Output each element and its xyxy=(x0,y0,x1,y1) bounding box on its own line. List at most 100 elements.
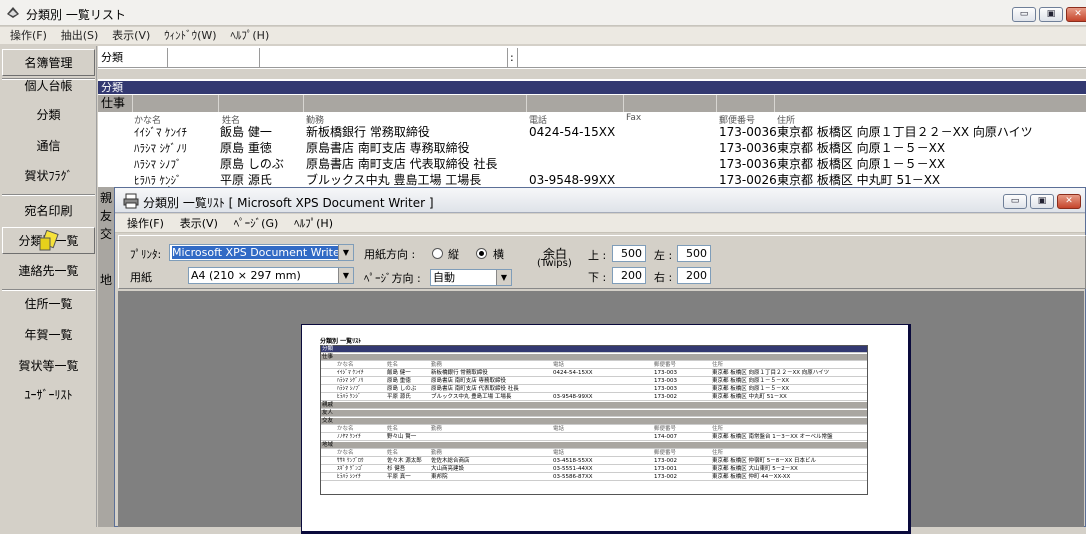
sidebar: 名簿管理 個人台帳 分類 通信 賀状ﾌﾗｸﾞ 宛名印刷 分類別一覧 連絡先一覧 … xyxy=(0,46,97,527)
preview-page[interactable]: 分類別 一覧ﾘｽﾄ 分類 仕事 かな名 姓名 勤務 電話 郵便番号 住所 ｲｲｼﾞﾏ ｹﾝｲﾁ飯… xyxy=(301,324,911,534)
sidebar-item-bunrui[interactable]: 分類 xyxy=(2,102,95,129)
preview-cell: ﾋﾗﾊﾗ ｹﾝｼﾞ xyxy=(337,394,361,400)
preview-cell: ﾊﾗｼﾏ ｼｹﾞﾉﾘ xyxy=(337,378,364,384)
preview-category-row: 仕事 xyxy=(321,354,867,361)
margin-left-input[interactable]: 500 xyxy=(677,245,711,262)
sidebar-item-user-list[interactable]: ﾕｰｻﾞｰﾘｽﾄ xyxy=(2,382,95,409)
sidebar-item-kojin[interactable]: 個人台帳 xyxy=(2,73,95,100)
preview-cell: かな名 xyxy=(337,426,354,432)
orientation-landscape-radio[interactable] xyxy=(476,248,487,259)
sidebar-item-gajo[interactable]: 賀状等一覧 xyxy=(2,353,95,380)
preview-section-header: 分類 xyxy=(321,346,867,353)
dialog-menu-view[interactable]: 表示(V) xyxy=(180,214,218,233)
paper-select[interactable]: A4 (210 × 297 mm) ▼ xyxy=(188,267,354,284)
orientation-landscape-label: 横 xyxy=(493,248,504,261)
preview-cell: 郵便番号 xyxy=(654,362,677,368)
preview-category-row: 交友 xyxy=(321,418,867,425)
filter-value-input[interactable] xyxy=(518,48,1086,68)
margin-top-input[interactable]: 500 xyxy=(612,245,646,262)
margin-right-input[interactable]: 200 xyxy=(677,267,711,284)
cell-address: 東京都 板橋区 向原１－５－XX xyxy=(777,157,946,171)
col-fax[interactable]: Fax xyxy=(626,113,641,123)
sidebar-item-atena[interactable]: 宛名印刷 xyxy=(2,198,95,225)
dialog-restore-button[interactable]: ▣ xyxy=(1030,194,1054,209)
preview-cell: 姓名 xyxy=(387,450,399,456)
table-row[interactable]: ｲｲｼﾞﾏ ｹﾝｲﾁ 飯島 健一 新板橋銀行 常務取締役 0424-54-15X… xyxy=(98,124,1086,141)
table-row[interactable]: ﾊﾗｼﾏ ｼﾉﾌﾞ 原島 しのぶ 原島書店 南町支店 代表取締役 社長 173-… xyxy=(98,156,1086,173)
menu-window[interactable]: ｳｨﾝﾄﾞｳ(W) xyxy=(164,27,216,44)
preview-cell: 野々山 賢一 xyxy=(387,434,417,440)
preview-cell: ブルックス中丸 豊島工場 工場長 xyxy=(431,394,512,400)
preview-cell: 東京都 板橋区 大山東町 5－2－XX xyxy=(712,466,798,472)
preview-cell: 大山商亮建設 xyxy=(431,466,465,472)
print-options-panel: ﾌﾟﾘﾝﾀ: Microsoft XPS Document Writer ▼ 用… xyxy=(118,235,1086,289)
cell-name: 飯島 健一 xyxy=(220,125,272,139)
sidebar-item-nenga[interactable]: 年賀一覧 xyxy=(2,322,95,349)
filter-field-1[interactable] xyxy=(168,48,260,68)
cell-work: 原島書店 南町支店 代表取締役 社長 xyxy=(306,157,498,171)
sidebar-item-jusho[interactable]: 住所一覧 xyxy=(2,291,95,318)
cell-zip: 173-0036 xyxy=(719,141,777,155)
menu-view[interactable]: 表示(V) xyxy=(112,27,150,44)
dialog-menu-operate[interactable]: 操作(F) xyxy=(127,214,164,233)
cell-work: 新板橋銀行 常務取締役 xyxy=(306,125,430,139)
menu-help[interactable]: ﾍﾙﾌﾟ(H) xyxy=(230,27,269,44)
printer-select[interactable]: Microsoft XPS Document Writer ▼ xyxy=(169,244,354,261)
page-direction-select[interactable]: 自動 ▼ xyxy=(430,269,512,286)
filter-field-2[interactable] xyxy=(260,48,508,68)
menu-bar: 操作(F) 抽出(S) 表示(V) ｳｨﾝﾄﾞｳ(W) ﾍﾙﾌﾟ(H) xyxy=(0,27,1086,44)
preview-cell: 友人 xyxy=(322,410,334,416)
dialog-title: 分類別 一覧ﾘｽﾄ [ Microsoft XPS Document Write… xyxy=(143,196,434,210)
page-direction-value: 自動 xyxy=(433,271,455,284)
dialog-close-button[interactable]: ✕ xyxy=(1057,194,1081,209)
dialog-minimize-button[interactable]: ▭ xyxy=(1003,194,1027,209)
preview-cell: ｽｷﾞﾀ ｹﾞﾝｺﾞ xyxy=(337,466,364,472)
preview-cell: 郵便番号 xyxy=(654,450,677,456)
preview-cell: 電話 xyxy=(553,450,565,456)
preview-cell: 173-003 xyxy=(654,378,677,384)
menu-extract[interactable]: 抽出(S) xyxy=(61,27,99,44)
preview-cell: 東京都 板橋区 向原１－５－XX xyxy=(712,378,790,384)
preview-category-row: 親戚 xyxy=(321,402,867,409)
chevron-down-icon[interactable]: ▼ xyxy=(338,245,353,260)
cell-address: 東京都 板橋区 向原１－５－XX xyxy=(777,141,946,155)
preview-cell: 173-003 xyxy=(654,370,677,376)
sidebar-item-meibo[interactable]: 名簿管理 xyxy=(2,49,95,76)
preview-cell: 新板橋銀行 常務取締役 xyxy=(431,370,488,376)
cell-address: 東京都 板橋区 向原１丁目２２－XX 向原ハイツ xyxy=(777,125,1033,139)
preview-header-row: かな名 姓名 勤務 電話 郵便番号 住所 xyxy=(321,426,867,433)
preview-header-row: かな名 姓名 勤務 電話 郵便番号 住所 xyxy=(321,450,867,457)
preview-data-row: ｻｻｷ ｹﾝﾌﾞﾛｳ 佐々木 源太郎 佐佐木総合商店 03-4518-55XX 173-… xyxy=(321,458,867,465)
sidebar-item-gajo-flag[interactable]: 賀状ﾌﾗｸﾞ xyxy=(2,163,95,190)
preview-cell: 住所 xyxy=(712,362,724,368)
dialog-menu-page[interactable]: ﾍﾟｰｼﾞ(G) xyxy=(234,214,279,233)
sidebar-item-tsushin[interactable]: 通信 xyxy=(2,133,95,160)
sidebar-divider xyxy=(2,194,95,196)
chevron-down-icon[interactable]: ▼ xyxy=(338,268,353,283)
margin-bottom-input[interactable]: 200 xyxy=(612,267,646,284)
preview-cell: 勤務 xyxy=(431,426,443,432)
sidebar-item-renraku[interactable]: 連絡先一覧 xyxy=(2,258,95,285)
category-strip-item: 交 xyxy=(100,227,113,241)
minimize-button[interactable]: ▭ xyxy=(1012,7,1036,22)
preview-cell: 電話 xyxy=(553,362,565,368)
table-row[interactable]: ﾊﾗｼﾏ ｼｹﾞﾉﾘ 原島 重徳 原島書店 南町支店 専務取締役 173-003… xyxy=(98,140,1086,157)
column-grip-bar xyxy=(98,69,1086,80)
preview-cell: 173-002 xyxy=(654,394,677,400)
dialog-window-controls: ▭ ▣ ✕ xyxy=(1003,194,1081,209)
preview-cell: 平原 源氏 xyxy=(387,394,411,400)
print-preview-area[interactable]: 分類別 一覧ﾘｽﾄ 分類 仕事 かな名 姓名 勤務 電話 郵便番号 住所 ｲｲｼﾞﾏ ｹﾝｲﾁ飯… xyxy=(118,291,1084,534)
dialog-title-bar: 分類別 一覧ﾘｽﾄ [ Microsoft XPS Document Write… xyxy=(115,188,1085,213)
margin-unit: (Twips) xyxy=(537,258,572,269)
filter-label: 分類 xyxy=(98,48,168,68)
orientation-portrait-radio[interactable] xyxy=(432,248,443,259)
menu-operate[interactable]: 操作(F) xyxy=(10,27,47,44)
chevron-down-icon[interactable]: ▼ xyxy=(496,270,511,285)
close-button[interactable]: ✕ xyxy=(1066,7,1086,22)
dialog-menu-help[interactable]: ﾍﾙﾌﾟ(H) xyxy=(294,214,333,233)
preview-cell: 電話 xyxy=(553,426,565,432)
preview-cell: 分類 xyxy=(322,346,334,352)
preview-cell: かな名 xyxy=(337,362,354,368)
preview-cell: 東京都 板橋区 仲宿町 5－8－XX 日本ビル xyxy=(712,458,817,464)
restore-button[interactable]: ▣ xyxy=(1039,7,1063,22)
